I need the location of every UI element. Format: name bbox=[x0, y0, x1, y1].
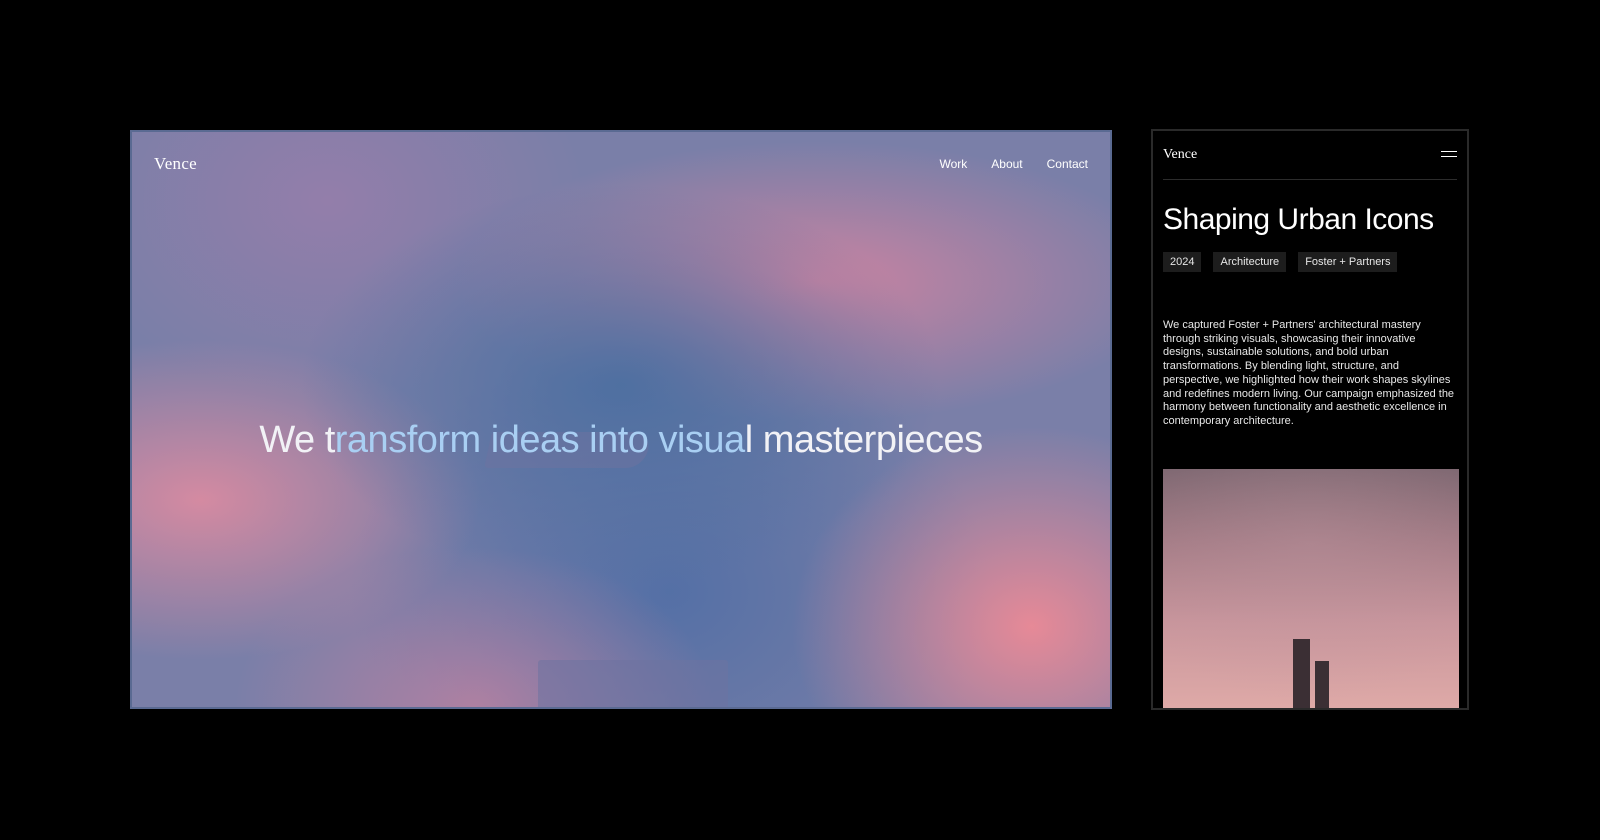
project-tags: 2024 Architecture Foster + Partners bbox=[1163, 252, 1459, 272]
nav-link-work[interactable]: Work bbox=[940, 157, 968, 171]
tag-year[interactable]: 2024 bbox=[1163, 252, 1202, 272]
project-image bbox=[1163, 469, 1459, 708]
nav-link-contact[interactable]: Contact bbox=[1047, 157, 1088, 171]
hero-text-highlight: ransform ideas into visua bbox=[334, 419, 745, 462]
mobile-header: Vence bbox=[1163, 131, 1457, 180]
desktop-nav: Work About Contact bbox=[940, 157, 1089, 171]
tower-silhouette-short bbox=[1315, 661, 1329, 708]
project-description: We captured Foster + Partners' architect… bbox=[1163, 319, 1455, 427]
project-title: Shaping Urban Icons bbox=[1163, 203, 1434, 236]
hero-text-start: We t bbox=[259, 419, 335, 462]
tag-category[interactable]: Architecture bbox=[1213, 252, 1287, 272]
nav-link-about[interactable]: About bbox=[991, 157, 1022, 171]
mobile-logo[interactable]: Vence bbox=[1163, 147, 1197, 163]
hero-headline: We transform ideas into visual masterpie… bbox=[132, 419, 1110, 462]
building-silhouette-bottom bbox=[538, 660, 728, 707]
hero-text-end: l masterpieces bbox=[744, 419, 983, 462]
hamburger-icon[interactable] bbox=[1441, 150, 1457, 158]
tower-silhouette-tall bbox=[1293, 639, 1310, 708]
desktop-preview: Vence Work About Contact We transform id… bbox=[130, 130, 1112, 709]
mobile-preview: Vence Shaping Urban Icons 2024 Architect… bbox=[1151, 129, 1469, 710]
tag-client[interactable]: Foster + Partners bbox=[1298, 252, 1398, 272]
desktop-logo[interactable]: Vence bbox=[154, 154, 197, 174]
